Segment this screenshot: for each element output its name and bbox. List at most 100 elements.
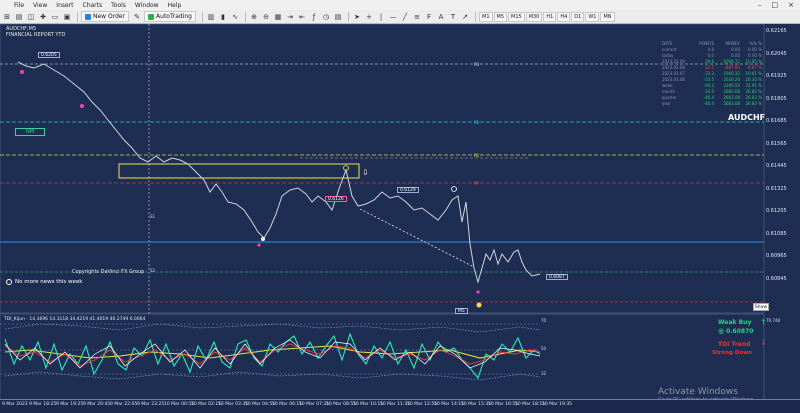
toolbar-separator [245,11,246,22]
ind-level-label-70: 70 [541,318,547,323]
price-tick: 0.60845 [766,275,787,282]
price-tick: 0.61325 [766,185,787,192]
market-watch-icon[interactable]: ◫ [26,12,36,22]
report-cell: current [662,46,677,52]
label-icon[interactable]: T [448,12,458,22]
tile-windows-icon[interactable]: ▦ [273,12,283,22]
candlestick-icon[interactable]: ▮ [218,12,228,22]
report-cell: 1060.32 [723,70,740,76]
arrow-up-icon: ↑ [760,318,767,327]
timeframe-m1[interactable]: M1 [479,11,493,22]
time-tick: 9 Mar 2023 [2,402,28,407]
toolbar-separator [77,11,78,22]
trendline-icon[interactable]: ╱ [400,12,410,22]
report-cell: -887.95 [724,64,740,70]
zoom-in-icon[interactable]: ⊕ [249,12,259,22]
report-col-points: POINTS [699,40,714,46]
timeframe-h1[interactable]: H1 [543,11,557,22]
report-cell: 26.83 % [745,100,762,106]
report-cell: 10.61 % [745,70,762,76]
new-chart-icon[interactable]: ⊞ [2,12,12,22]
menu-help[interactable]: Help [168,2,182,9]
timeframe-m5[interactable]: M5 [493,11,507,22]
time-tick: 10 Mar 19:35 [542,402,573,407]
zoom-out-icon[interactable]: ⊖ [261,12,271,22]
text-icon[interactable]: A [436,12,446,22]
menu-window[interactable]: Window [135,2,159,9]
indicator-label: TDI_Kijun - 14.3696 14.3118 34.4219 41.4… [4,317,146,322]
templates-icon[interactable]: ▤ [333,12,343,22]
signal-weak-buy-price: @ 0.60870 [718,328,754,335]
time-tick: 9 Mar 23:25 [137,402,165,407]
report-cell: 10.95 % [745,58,762,64]
navigator-icon[interactable]: ✚ [38,12,48,22]
timeframe-m15[interactable]: M15 [508,11,525,22]
window-controls: – □ × [758,1,800,9]
menu-insert[interactable]: Insert [56,2,73,9]
terminal-icon[interactable]: ▭ [50,12,60,22]
profiles-icon[interactable]: ▤ [14,12,24,22]
copyright-text: Copyrights DaVinci FX Group [72,269,145,275]
chart-shift-icon[interactable]: ⇤ [297,12,307,22]
menu-view[interactable]: View [33,2,47,9]
time-tick: 10 Mar 04:55 [245,402,276,407]
report-row: 2023.03.07 -33.3 1060.32 10.61 % [662,70,762,76]
report-cell: week [662,82,673,88]
report-cell: 0.0 [707,46,714,52]
nm-badge[interactable]: NM [15,128,45,136]
line-chart-icon[interactable]: ∿ [230,12,240,22]
price-tick: 0.61565 [766,140,787,147]
report-cell: -46.4 [703,94,714,100]
report-cell: 1094.72 [723,58,740,64]
menu-tools[interactable]: Tools [111,2,126,9]
indicators-icon[interactable]: ƒ [309,12,319,22]
financial-report-table: DATE POINTS MONEY %% % current 0.0 0.00 0.0… [662,40,762,106]
timeframe-mn[interactable]: MN [600,11,615,22]
time-scale[interactable]: 9 Mar 2023 9 Mar 18:25 9 Mar 19:25 9 Mar 20… [0,399,800,413]
minimize-icon[interactable]: – [758,1,762,9]
channel-icon[interactable]: ≡ [412,12,422,22]
chart-window[interactable]: ⇩ AUDCHF,M5 FINANCIAL REPORT YTD DATE PO… [0,24,800,403]
auto-scroll-icon[interactable]: ⇥ [285,12,295,22]
new-order-button[interactable]: New Order [81,11,130,22]
report-cell: 0.00 % [748,46,762,52]
report-cell: 2683.08 [723,100,740,106]
arrow-icon[interactable]: ↗ [460,12,470,22]
level-label-r1: R1 [474,153,480,158]
autotrading-label: AutoTrading [156,13,192,20]
time-tick: 9 Mar 20:45 [83,402,111,407]
menu-charts[interactable]: Charts [83,2,103,9]
crosshair-icon[interactable]: + [364,12,374,22]
report-cell: today [662,52,674,58]
close-icon[interactable]: × [788,1,794,9]
timeframe-w1[interactable]: W1 [585,11,600,22]
report-cell: 20.30 % [745,76,762,82]
bar-chart-icon[interactable]: ▥ [206,12,216,22]
report-cell: 0.0 [707,52,714,58]
autotrading-button[interactable]: AutoTrading [144,11,196,22]
tdi-trend-label: TDI Trend [718,341,751,348]
level-label-s1: S1 [150,214,156,219]
periods-icon[interactable]: ◷ [321,12,331,22]
timeframe-h4[interactable]: H4 [557,11,571,22]
tester-icon[interactable]: ▣ [62,12,72,22]
report-cell: 2683.08 [723,94,740,100]
horizontal-line-icon[interactable]: — [388,12,398,22]
new-order-label: New Order [93,13,126,20]
time-tick: 10 Mar 18:15 [515,402,546,407]
time-tick: 10 Mar 08:55 [326,402,357,407]
toolbar-separator [202,11,203,22]
timeframe-m30[interactable]: M30 [525,11,543,22]
vertical-line-icon[interactable]: | [376,12,386,22]
timeframe-d1[interactable]: D1 [571,11,585,22]
menu-file[interactable]: File [14,2,24,9]
fibonacci-icon[interactable]: F [424,12,434,22]
cursor-icon[interactable]: ➤ [352,12,362,22]
report-col-date: DATE [662,40,673,46]
metaeditor-icon[interactable]: ✎ [132,12,142,22]
price-tick: 0.61685 [766,118,787,124]
report-cell: 31.91 % [745,82,762,88]
news-clock-icon [6,279,12,285]
price-scale[interactable]: 0.62165 0.62045 0.61925 0.61805 0.61685 0.615… [764,24,800,314]
maximize-icon[interactable]: □ [772,1,779,9]
